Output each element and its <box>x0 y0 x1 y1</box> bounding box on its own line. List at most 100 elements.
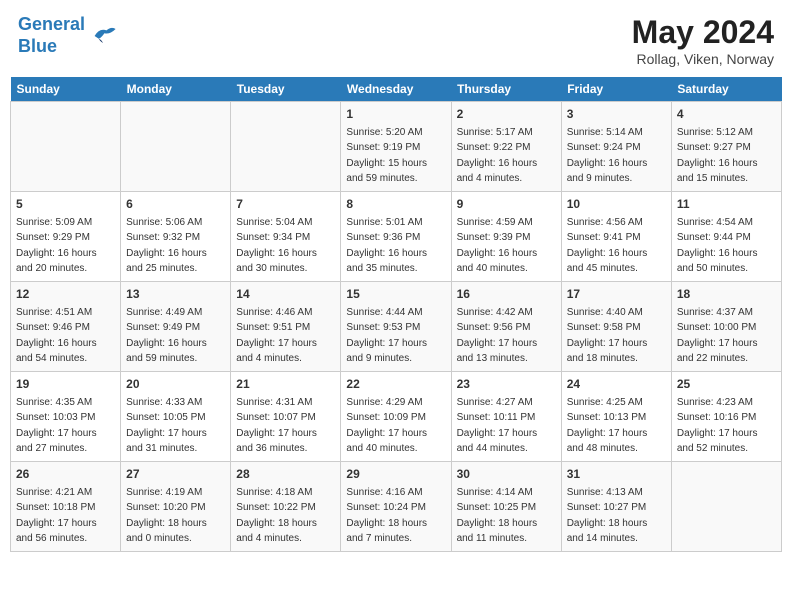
day-info: Sunrise: 4:42 AMSunset: 9:56 PMDaylight:… <box>457 307 538 364</box>
day-info: Sunrise: 4:13 AMSunset: 10:27 PMDaylight… <box>567 487 648 544</box>
day-cell: 13 Sunrise: 4:49 AMSunset: 9:49 PMDaylig… <box>121 282 231 372</box>
day-cell: 12 Sunrise: 4:51 AMSunset: 9:46 PMDaylig… <box>11 282 121 372</box>
calendar-header-row: SundayMondayTuesdayWednesdayThursdayFrid… <box>11 77 782 102</box>
week-row-5: 26 Sunrise: 4:21 AMSunset: 10:18 PMDayli… <box>11 462 782 552</box>
day-cell: 16 Sunrise: 4:42 AMSunset: 9:56 PMDaylig… <box>451 282 561 372</box>
day-info: Sunrise: 4:44 AMSunset: 9:53 PMDaylight:… <box>346 307 427 364</box>
day-number: 17 <box>567 286 666 303</box>
day-number: 15 <box>346 286 445 303</box>
logo-bird-icon <box>89 22 117 50</box>
day-info: Sunrise: 4:23 AMSunset: 10:16 PMDaylight… <box>677 397 758 454</box>
day-number: 19 <box>16 376 115 393</box>
day-info: Sunrise: 5:06 AMSunset: 9:32 PMDaylight:… <box>126 217 207 274</box>
day-number: 4 <box>677 106 776 123</box>
day-info: Sunrise: 5:04 AMSunset: 9:34 PMDaylight:… <box>236 217 317 274</box>
day-number: 30 <box>457 466 556 483</box>
day-number: 18 <box>677 286 776 303</box>
day-info: Sunrise: 4:35 AMSunset: 10:03 PMDaylight… <box>16 397 97 454</box>
day-info: Sunrise: 4:46 AMSunset: 9:51 PMDaylight:… <box>236 307 317 364</box>
day-number: 16 <box>457 286 556 303</box>
page-header: General Blue May 2024 Rollag, Viken, Nor… <box>10 10 782 71</box>
day-info: Sunrise: 4:31 AMSunset: 10:07 PMDaylight… <box>236 397 317 454</box>
day-number: 6 <box>126 196 225 213</box>
day-cell: 21 Sunrise: 4:31 AMSunset: 10:07 PMDayli… <box>231 372 341 462</box>
logo-blue: Blue <box>18 36 57 56</box>
day-number: 13 <box>126 286 225 303</box>
header-sunday: Sunday <box>11 77 121 102</box>
header-thursday: Thursday <box>451 77 561 102</box>
day-cell <box>671 462 781 552</box>
day-number: 20 <box>126 376 225 393</box>
day-cell: 30 Sunrise: 4:14 AMSunset: 10:25 PMDayli… <box>451 462 561 552</box>
day-number: 29 <box>346 466 445 483</box>
day-info: Sunrise: 4:40 AMSunset: 9:58 PMDaylight:… <box>567 307 648 364</box>
day-number: 8 <box>346 196 445 213</box>
week-row-1: 1 Sunrise: 5:20 AMSunset: 9:19 PMDayligh… <box>11 102 782 192</box>
logo: General Blue <box>18 14 117 57</box>
day-number: 24 <box>567 376 666 393</box>
header-monday: Monday <box>121 77 231 102</box>
day-number: 31 <box>567 466 666 483</box>
day-cell: 26 Sunrise: 4:21 AMSunset: 10:18 PMDayli… <box>11 462 121 552</box>
day-cell: 29 Sunrise: 4:16 AMSunset: 10:24 PMDayli… <box>341 462 451 552</box>
day-info: Sunrise: 4:56 AMSunset: 9:41 PMDaylight:… <box>567 217 648 274</box>
day-cell <box>231 102 341 192</box>
day-cell: 24 Sunrise: 4:25 AMSunset: 10:13 PMDayli… <box>561 372 671 462</box>
day-cell: 4 Sunrise: 5:12 AMSunset: 9:27 PMDayligh… <box>671 102 781 192</box>
day-cell: 2 Sunrise: 5:17 AMSunset: 9:22 PMDayligh… <box>451 102 561 192</box>
day-cell: 15 Sunrise: 4:44 AMSunset: 9:53 PMDaylig… <box>341 282 451 372</box>
day-cell: 18 Sunrise: 4:37 AMSunset: 10:00 PMDayli… <box>671 282 781 372</box>
day-number: 11 <box>677 196 776 213</box>
day-cell: 17 Sunrise: 4:40 AMSunset: 9:58 PMDaylig… <box>561 282 671 372</box>
day-cell: 9 Sunrise: 4:59 AMSunset: 9:39 PMDayligh… <box>451 192 561 282</box>
day-cell: 28 Sunrise: 4:18 AMSunset: 10:22 PMDayli… <box>231 462 341 552</box>
day-info: Sunrise: 4:19 AMSunset: 10:20 PMDaylight… <box>126 487 207 544</box>
day-cell: 31 Sunrise: 4:13 AMSunset: 10:27 PMDayli… <box>561 462 671 552</box>
month-title: May 2024 <box>632 14 774 51</box>
day-info: Sunrise: 4:27 AMSunset: 10:11 PMDaylight… <box>457 397 538 454</box>
day-info: Sunrise: 4:18 AMSunset: 10:22 PMDaylight… <box>236 487 317 544</box>
day-info: Sunrise: 5:14 AMSunset: 9:24 PMDaylight:… <box>567 127 648 184</box>
day-info: Sunrise: 4:16 AMSunset: 10:24 PMDaylight… <box>346 487 427 544</box>
day-number: 27 <box>126 466 225 483</box>
day-cell: 23 Sunrise: 4:27 AMSunset: 10:11 PMDayli… <box>451 372 561 462</box>
logo-general: General <box>18 14 85 34</box>
day-number: 26 <box>16 466 115 483</box>
day-number: 23 <box>457 376 556 393</box>
day-info: Sunrise: 4:59 AMSunset: 9:39 PMDaylight:… <box>457 217 538 274</box>
header-friday: Friday <box>561 77 671 102</box>
title-block: May 2024 Rollag, Viken, Norway <box>632 14 774 67</box>
day-cell: 27 Sunrise: 4:19 AMSunset: 10:20 PMDayli… <box>121 462 231 552</box>
day-cell: 8 Sunrise: 5:01 AMSunset: 9:36 PMDayligh… <box>341 192 451 282</box>
day-number: 21 <box>236 376 335 393</box>
header-tuesday: Tuesday <box>231 77 341 102</box>
day-info: Sunrise: 4:49 AMSunset: 9:49 PMDaylight:… <box>126 307 207 364</box>
day-number: 10 <box>567 196 666 213</box>
day-number: 14 <box>236 286 335 303</box>
day-number: 3 <box>567 106 666 123</box>
day-number: 1 <box>346 106 445 123</box>
day-cell: 22 Sunrise: 4:29 AMSunset: 10:09 PMDayli… <box>341 372 451 462</box>
week-row-3: 12 Sunrise: 4:51 AMSunset: 9:46 PMDaylig… <box>11 282 782 372</box>
location: Rollag, Viken, Norway <box>632 51 774 67</box>
day-number: 7 <box>236 196 335 213</box>
day-info: Sunrise: 5:01 AMSunset: 9:36 PMDaylight:… <box>346 217 427 274</box>
day-cell <box>121 102 231 192</box>
day-number: 2 <box>457 106 556 123</box>
day-number: 22 <box>346 376 445 393</box>
day-number: 12 <box>16 286 115 303</box>
day-info: Sunrise: 4:54 AMSunset: 9:44 PMDaylight:… <box>677 217 758 274</box>
day-info: Sunrise: 4:37 AMSunset: 10:00 PMDaylight… <box>677 307 758 364</box>
day-cell: 5 Sunrise: 5:09 AMSunset: 9:29 PMDayligh… <box>11 192 121 282</box>
day-number: 5 <box>16 196 115 213</box>
day-cell: 11 Sunrise: 4:54 AMSunset: 9:44 PMDaylig… <box>671 192 781 282</box>
day-cell: 14 Sunrise: 4:46 AMSunset: 9:51 PMDaylig… <box>231 282 341 372</box>
week-row-4: 19 Sunrise: 4:35 AMSunset: 10:03 PMDayli… <box>11 372 782 462</box>
day-info: Sunrise: 4:29 AMSunset: 10:09 PMDaylight… <box>346 397 427 454</box>
day-info: Sunrise: 5:20 AMSunset: 9:19 PMDaylight:… <box>346 127 427 184</box>
day-info: Sunrise: 4:21 AMSunset: 10:18 PMDaylight… <box>16 487 97 544</box>
day-info: Sunrise: 4:51 AMSunset: 9:46 PMDaylight:… <box>16 307 97 364</box>
day-number: 28 <box>236 466 335 483</box>
day-number: 9 <box>457 196 556 213</box>
day-cell <box>11 102 121 192</box>
